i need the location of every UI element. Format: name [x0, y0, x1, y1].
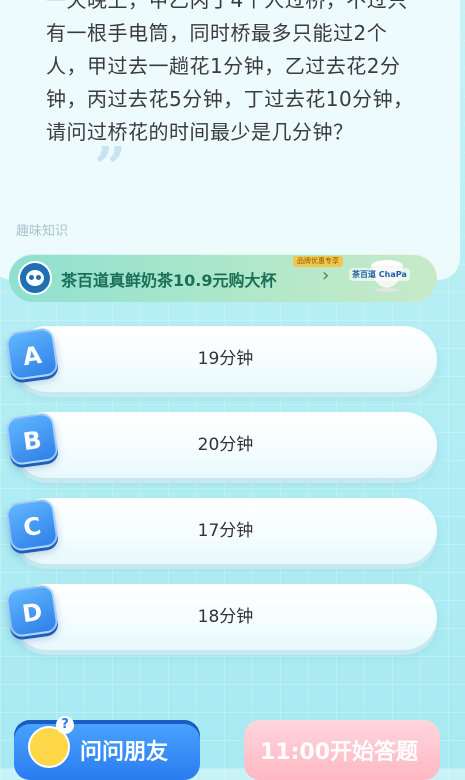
mascot-icon: ? [28, 716, 74, 768]
option-d[interactable]: 18分钟 [14, 584, 437, 650]
question-category: 趣味知识 [16, 224, 69, 239]
ad-banner[interactable]: 茶百道真鲜奶茶10.9元购大杯 › 品牌优惠专享 茶百道 ChaPa [9, 254, 437, 302]
start-answer-label: 11:00开始答题 [260, 740, 419, 765]
open-quote-icon: “ [0, 0, 37, 43]
ad-tag: 品牌优惠专享 [293, 256, 343, 267]
ask-friends-button[interactable]: ? 问问朋友 [14, 716, 200, 780]
option-label: 20分钟 [197, 435, 254, 455]
question-text: 一天晚上，甲乙丙丁4个人过桥，不过只有一根手电筒，同时桥最多只能过2个人，甲过去… [46, 0, 414, 144]
option-d-badge[interactable]: D [4, 583, 60, 639]
option-label: 17分钟 [197, 521, 254, 541]
option-a-badge[interactable]: A [4, 326, 60, 382]
close-quote-icon: ” [94, 135, 127, 201]
chevron-right-icon: › [322, 265, 330, 286]
start-answer-button[interactable]: 11:00开始答题 [244, 720, 440, 780]
panda-logo-icon [18, 261, 52, 295]
option-b-badge[interactable]: B [4, 411, 60, 467]
option-label: 19分钟 [197, 349, 254, 369]
option-label: 18分钟 [197, 607, 254, 627]
question-card: “ 一天晚上，甲乙丙丁4个人过桥，不过只有一根手电筒，同时桥最多只能过2个人，甲… [0, 0, 460, 280]
option-c-badge[interactable]: C [4, 497, 60, 553]
ad-text: 茶百道真鲜奶茶10.9元购大杯 [61, 271, 277, 290]
ad-brand: 茶百道 ChaPa [349, 268, 410, 281]
option-a[interactable]: 19分钟 [14, 326, 437, 392]
option-b[interactable]: 20分钟 [14, 412, 437, 478]
ask-friends-label: 问问朋友 [80, 740, 169, 765]
option-c[interactable]: 17分钟 [14, 498, 437, 564]
